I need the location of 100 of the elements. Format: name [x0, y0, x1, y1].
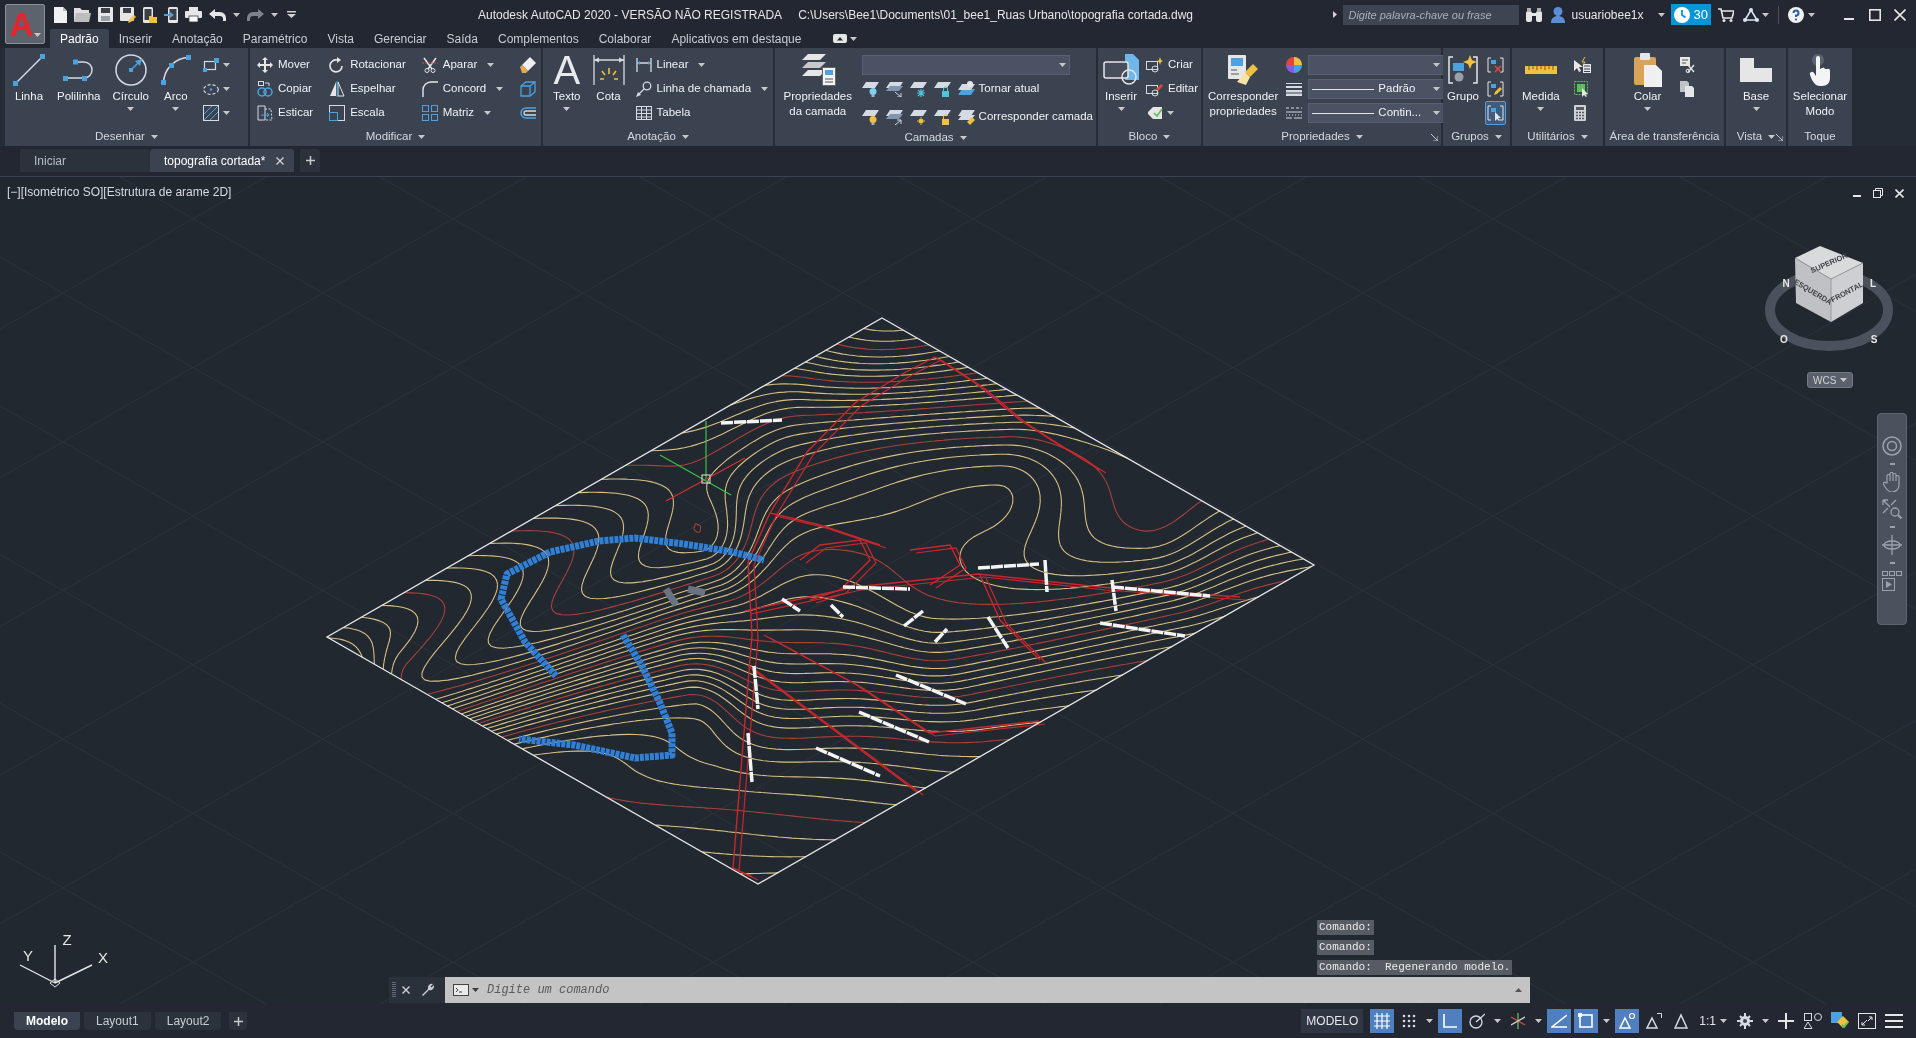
expand-arrow-icon[interactable]	[1333, 11, 1338, 18]
ribbon-tool-button[interactable]: Selecionar Modo	[1788, 48, 1852, 119]
play-frames-icon[interactable]	[1882, 571, 1902, 591]
close-icon[interactable]	[402, 986, 410, 994]
panel-expand-button[interactable]: Bloco	[1128, 128, 1171, 146]
caret-icon[interactable]	[1603, 1019, 1611, 1023]
ribbon-tab[interactable]: Aplicativos em destaque	[661, 29, 812, 48]
layout-tab[interactable]: Layout2	[154, 1012, 222, 1030]
panel-expand-button[interactable]: Modificar	[365, 128, 426, 146]
ribbon-tab[interactable]: Saída	[436, 29, 488, 48]
phone-arrow-icon[interactable]	[164, 6, 178, 23]
orbit-icon[interactable]	[1882, 535, 1902, 555]
compass-letter[interactable]: L	[1869, 277, 1877, 289]
ribbon-tool-button[interactable]: Rotacionar	[328, 53, 407, 77]
ribbon-tab[interactable]: Inserir	[108, 29, 163, 48]
caret-icon[interactable]	[1535, 1019, 1543, 1023]
ribbon-tool-button[interactable]: Tabela	[634, 101, 770, 125]
caret-icon[interactable]	[1762, 1019, 1769, 1023]
status-toggle-button[interactable]	[1547, 1009, 1572, 1033]
ribbon-tool-button[interactable]: Grupo	[1445, 48, 1481, 104]
recent-commands-button[interactable]	[445, 977, 483, 1003]
ucs-menu-button[interactable]: WCS	[1807, 372, 1854, 388]
ribbon-tool-button[interactable]: Concord	[420, 77, 505, 101]
ribbon-tab[interactable]: Gerenciar	[363, 29, 437, 48]
status-toggle-button[interactable]	[1574, 1009, 1599, 1033]
caret-icon[interactable]	[850, 37, 858, 41]
ribbon-tool-button[interactable]: Editar	[1145, 77, 1200, 101]
caret-icon[interactable]	[1426, 1019, 1434, 1023]
ribbon-tab[interactable]: Padrão	[50, 29, 109, 48]
hand-icon[interactable]	[1883, 472, 1901, 492]
layer-unlock-icon[interactable]	[933, 109, 951, 125]
new-file-icon[interactable]	[54, 6, 67, 23]
zoom-icon[interactable]	[1882, 499, 1902, 519]
model-space-button[interactable]: MODELO	[1301, 1009, 1364, 1033]
print-icon[interactable]	[185, 7, 202, 22]
ribbon-tool-button[interactable]: Esticar	[256, 101, 315, 125]
panel-expand-button[interactable]: Camadas	[904, 129, 967, 147]
command-input[interactable]: Digite um comando	[483, 977, 1507, 1003]
menu-caret-icon[interactable]	[287, 11, 296, 18]
undo-icon[interactable]	[209, 8, 226, 21]
ribbon-tool-button[interactable]: A Texto	[551, 48, 583, 111]
panel-expand-button[interactable]: Utilitários	[1527, 128, 1588, 146]
new-layout-button[interactable]	[229, 1012, 248, 1030]
ribbon-tool-button[interactable]: Linear	[634, 53, 770, 77]
ribbon-tab[interactable]: Colaborar	[588, 29, 662, 48]
ribbon-tool-button[interactable]: Matriz	[420, 101, 505, 125]
restore-icon[interactable]	[1873, 188, 1883, 198]
network-icon[interactable]	[1743, 7, 1759, 22]
layer-arrow-icon[interactable]	[885, 81, 903, 97]
layer-arrow-icon[interactable]	[885, 109, 903, 125]
ribbon-tool-button[interactable]: Inserir	[1101, 48, 1141, 111]
ribbon-tab[interactable]: Complementos	[487, 29, 589, 48]
ribbon-tab[interactable]: Vista	[317, 29, 364, 48]
search-field[interactable]: Digite palavra-chave ou frase	[1343, 4, 1520, 25]
status-toggle-button[interactable]	[1438, 1009, 1463, 1033]
ribbon-tab[interactable]: Paramétrico	[232, 29, 318, 48]
ribbon-tool-button[interactable]: Mover	[256, 53, 315, 77]
save-as-icon[interactable]	[120, 6, 136, 23]
ribbon-tool-button[interactable]: Escala	[328, 101, 407, 125]
panel-expand-button[interactable]: Desenhar	[95, 128, 158, 146]
ribbon-tool-button[interactable]: Espelhar	[328, 77, 407, 101]
binoculars-icon[interactable]	[1526, 7, 1543, 22]
compass-letter[interactable]: O	[1780, 333, 1788, 345]
ribbon-tool-button[interactable]: Corresponder propriedades	[1206, 48, 1281, 119]
annotation-scale-button[interactable]: 1:1	[1696, 1009, 1730, 1033]
ribbon-tool-button[interactable]: Linha de chamada	[634, 77, 770, 101]
launcher-arrow-icon[interactable]	[1776, 133, 1783, 141]
caret-icon[interactable]	[1494, 1019, 1502, 1023]
caret-icon[interactable]	[1808, 12, 1815, 17]
layout-tab[interactable]: Modelo	[14, 1012, 80, 1030]
layer-lock-icon[interactable]	[933, 81, 951, 97]
caret-icon[interactable]	[233, 12, 240, 17]
minimize-icon[interactable]	[1844, 17, 1854, 20]
launcher-arrow-icon[interactable]	[1431, 133, 1438, 141]
document-tab[interactable]: Iniciar	[20, 149, 150, 172]
ribbon-tool-button[interactable]: Copiar	[256, 77, 315, 101]
ribbon-tool-button[interactable]: Aparar	[420, 53, 505, 77]
layout-tab[interactable]: Layout1	[84, 1012, 151, 1030]
ribbon-tool-button[interactable]: Criar	[1145, 53, 1200, 77]
ribbon-tool-button[interactable]: Corresponder camada	[957, 108, 1093, 126]
grip-handle-icon[interactable]	[392, 982, 396, 998]
ribbon-tool-button[interactable]: Medida	[1520, 48, 1562, 111]
ribbon-tool-button[interactable]	[1484, 101, 1506, 125]
status-toggle-button[interactable]	[1615, 1009, 1640, 1033]
ribbon-tool-button[interactable]: Colar	[1631, 48, 1664, 111]
close-icon[interactable]	[1895, 188, 1904, 198]
close-icon[interactable]	[1894, 8, 1906, 21]
ribbon-tool-button[interactable]: Arco	[158, 48, 193, 111]
document-tab[interactable]: topografia cortada*	[150, 149, 294, 172]
concentric-circles-icon[interactable]	[1882, 436, 1902, 456]
panel-expand-button[interactable]: Grupos	[1451, 128, 1502, 146]
ribbon-tool-button[interactable]: Base	[1738, 48, 1774, 111]
layer-bulb-icon[interactable]	[861, 109, 879, 125]
panel-expand-button[interactable]: Propriedades	[1281, 128, 1363, 146]
command-history-button[interactable]	[1507, 977, 1530, 1003]
panel-expand-button[interactable]: Anotação	[627, 128, 689, 146]
ribbon-tool-button[interactable]: Tornar atual	[957, 80, 1040, 98]
new-tab-button[interactable]	[300, 149, 320, 172]
viewport-controls-label[interactable]: [−][Isométrico SO][Estrutura de arame 2D]	[7, 183, 232, 201]
dropdown-field[interactable]	[861, 55, 1070, 75]
